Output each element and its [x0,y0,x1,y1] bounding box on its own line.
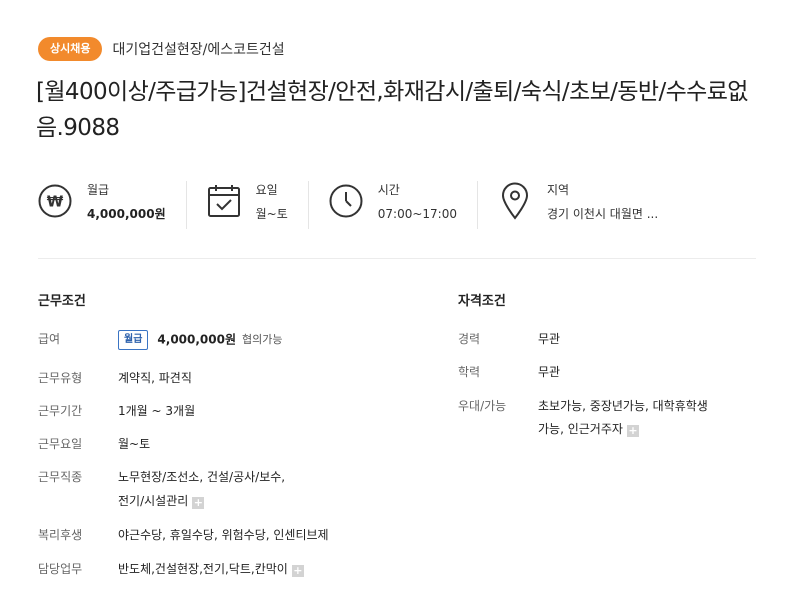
condition-row: 근무유형 계약직, 파견직 [38,368,192,388]
job-title: [월400이상/주급가능]건설현장/안전,화재감시/출퇴/숙식/초보/동반/수수… [36,79,748,141]
summary-location-label: 지역 [546,183,570,197]
section-divider [38,258,756,259]
summary-pay-label: 월급 [87,183,110,197]
qualification-label: 학력 [458,365,481,379]
svg-text:₩: ₩ [47,193,64,211]
summary-location-value[interactable]: 경기 이천시 대월면 ... [547,206,658,222]
summary-divider [185,181,187,229]
qualification-value: 무관 [538,365,561,379]
pay-amount: 4,000,000원 [157,332,237,347]
qualifications-title: 자격조건 [458,294,506,309]
clock-icon [329,181,363,221]
condition-value: 계약직, 파견직 [118,371,192,385]
condition-label: 근무요일 [38,437,83,451]
qualification-row: 경력 무관 [458,329,560,349]
condition-row: 근무기간 1개월 ~ 3개월 [38,401,195,421]
condition-value: 야근수당, 휴일수당, 위험수당, 인센티브제 [118,528,329,542]
condition-row-pay: 급여 월급 4,000,000원 협의가능 [38,329,283,350]
summary-pay-value: 4,000,000원 [87,207,166,221]
qualification-row-preferred: 우대/가능 초보가능, 중장년가능, 대학휴학생 가능, 인근거주자 + [458,396,708,439]
summary-time-label: 시간 [377,183,400,197]
condition-label: 담당업무 [38,562,83,576]
work-conditions-title: 근무조건 [38,294,86,309]
condition-value: 노무현장/조선소, 건설/공사/보수, [118,470,286,484]
qualification-label: 우대/가능 [458,399,507,413]
summary-divider [307,181,309,229]
qualification-value: 무관 [538,332,561,346]
condition-label: 급여 [38,332,61,346]
summary-time-value: 07:00~17:00 [377,207,457,221]
expand-plus-icon[interactable]: + [626,425,639,437]
condition-row: 복리후생 야근수당, 휴일수당, 위험수당, 인센티브제 [38,525,329,545]
summary-pay: ₩ 월급 4,000,000원 [38,181,166,227]
qualification-value: 초보가능, 중장년가능, 대학휴학생 [538,399,708,413]
won-icon: ₩ [38,181,72,221]
condition-row-job-category: 근무직종 노무현장/조선소, 건설/공사/보수, 전기/시설관리 + [38,467,285,511]
summary-divider [476,181,478,229]
calendar-check-icon [207,181,241,221]
condition-value-cont: 전기/시설관리 [118,494,189,508]
summary-days-label: 요일 [255,183,278,197]
condition-label: 근무기간 [38,404,83,418]
hiring-status-badge: 상시채용 [38,37,103,61]
summary-time: 시간 07:00~17:00 [329,181,457,227]
negotiable-note: 협의가능 [242,332,283,346]
qualification-label: 경력 [458,332,481,346]
condition-value: 반도체,건설현장,전기,닥트,칸막이 [118,562,288,576]
job-summary: ₩ 월급 4,000,000원 요일 월~토 시간 07:00~17:00 지역… [38,181,658,229]
pay-type-tag: 월급 [118,329,149,350]
condition-value: 1개월 ~ 3개월 [118,404,196,418]
condition-label: 근무유형 [38,371,83,385]
summary-location: 지역 경기 이천시 대월면 ... [498,181,658,227]
company-name[interactable]: 대기업건설현장/에스코트건설 [112,39,284,59]
condition-row: 근무요일 월~토 [38,434,150,454]
summary-days-value: 월~토 [255,207,288,221]
qualification-value-cont: 가능, 인근거주자 [538,422,623,436]
expand-plus-icon[interactable]: + [192,497,205,509]
summary-days: 요일 월~토 [207,181,288,227]
condition-label: 근무직종 [38,470,83,484]
condition-label: 복리후생 [38,528,83,542]
qualification-row: 학력 무관 [458,362,560,382]
expand-plus-icon[interactable]: + [291,565,304,577]
condition-row-duties: 담당업무 반도체,건설현장,전기,닥트,칸막이 + [38,559,304,579]
condition-value: 월~토 [118,437,151,451]
header-top-row: 상시채용 대기업건설현장/에스코트건설 [38,37,285,61]
location-pin-icon [498,181,532,221]
